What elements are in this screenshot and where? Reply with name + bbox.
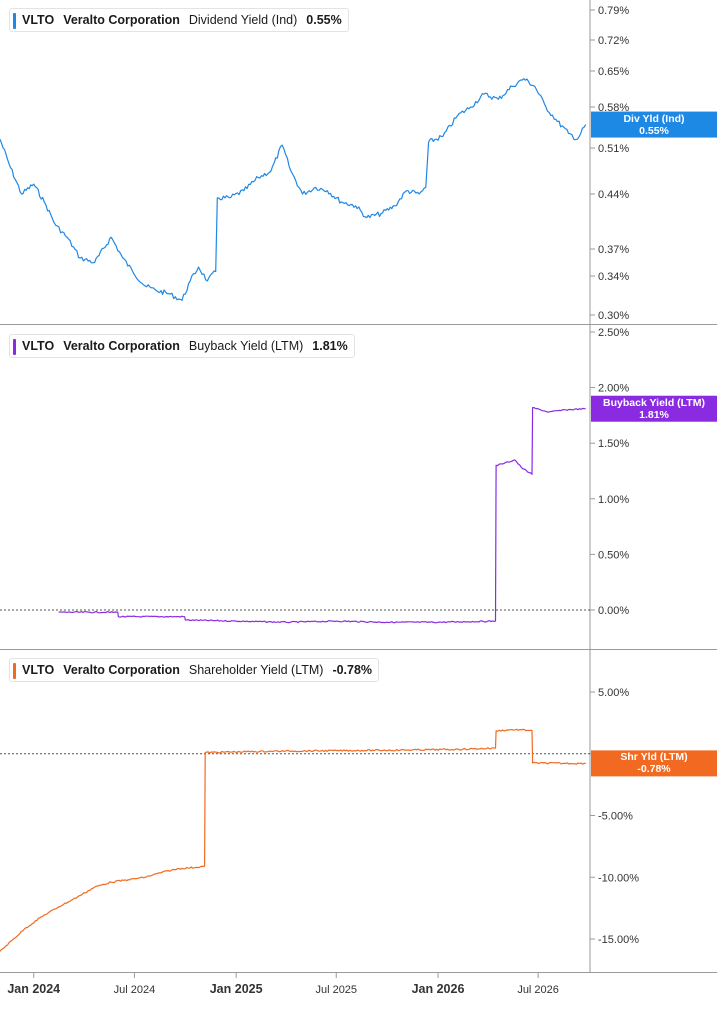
flag-label: Div Yld (Ind) [623, 112, 685, 125]
x-tick-label: Jul 2025 [315, 984, 357, 996]
y-tick-label: 0.72% [598, 35, 629, 47]
chart-stage: 0.79% 0.72% 0.65% 0.58% 0.51% 0.44% 0.37% 0.34%… [0, 0, 717, 1005]
y-tick-label: 0.00% [598, 605, 629, 617]
legend-color-bar [13, 13, 16, 29]
y-tick-label: 0.34% [598, 271, 629, 283]
y-tick-label: 0.65% [598, 66, 629, 78]
legend-dividend-yield[interactable]: VLTO Veralto Corporation Dividend Yield … [9, 8, 349, 32]
y-tick-label: 0.44% [598, 189, 629, 201]
legend-ticker: VLTO [22, 13, 55, 27]
last-value-flag-shareholder: Shr Yld (LTM) -0.78% [591, 750, 717, 776]
legend-company: Veralto Corporation [63, 13, 180, 27]
x-tick-label: Jan 2025 [210, 982, 263, 996]
y-tick-label: 2.00% [598, 383, 629, 395]
legend-value: 1.81% [312, 339, 348, 353]
y-tick-label: 1.00% [598, 494, 629, 506]
legend-shareholder-yield[interactable]: VLTO Veralto Corporation Shareholder Yie… [9, 658, 380, 682]
last-value-flag-dividend: Div Yld (Ind) 0.55% [591, 112, 717, 138]
flag-value: -0.78% [637, 763, 671, 776]
chart-svg: 0.79%0.72%0.65%0.58%0.51%0.44%0.37%0.34%… [0, 0, 717, 996]
last-value-flag-buyback: Buyback Yield (LTM) 1.81% [591, 396, 717, 422]
y-tick-label: -5.00% [598, 811, 633, 823]
x-tick-label: Jan 2024 [7, 982, 60, 996]
series-line [58, 407, 586, 624]
legend-value: 0.55% [306, 13, 342, 27]
flag-value: 0.55% [639, 124, 669, 137]
y-tick-label: 1.50% [598, 438, 629, 450]
legend-color-bar [13, 339, 16, 355]
series-line [0, 78, 587, 301]
series-line [0, 728, 586, 952]
y-tick-label: 2.50% [598, 327, 629, 339]
legend-value: -0.78% [332, 663, 373, 677]
legend-buyback-yield[interactable]: VLTO Veralto Corporation Buyback Yield (… [9, 334, 355, 358]
flag-value: 1.81% [639, 408, 669, 421]
x-tick-label: Jan 2026 [412, 982, 465, 996]
legend-ticker: VLTO [22, 339, 55, 353]
legend-metric: Dividend Yield (Ind) [188, 13, 298, 27]
legend-ticker: VLTO [22, 663, 55, 677]
legend-color-bar [13, 663, 16, 679]
legend-metric: Shareholder Yield (LTM) [188, 663, 324, 677]
flag-label: Buyback Yield (LTM) [603, 396, 705, 409]
y-tick-label: 0.51% [598, 143, 629, 155]
x-tick-label: Jul 2026 [517, 984, 559, 996]
legend-metric: Buyback Yield (LTM) [188, 339, 304, 353]
y-tick-label: 5.00% [598, 687, 629, 699]
y-tick-label: 0.37% [598, 244, 629, 256]
y-tick-label: 0.50% [598, 549, 629, 561]
legend-company: Veralto Corporation [63, 663, 180, 677]
flag-label: Shr Yld (LTM) [620, 751, 688, 764]
y-tick-label: 0.79% [598, 5, 629, 17]
x-tick-label: Jul 2024 [114, 984, 156, 996]
y-tick-label: -15.00% [598, 934, 639, 946]
y-tick-label: -10.00% [598, 872, 639, 884]
y-tick-label: 0.30% [598, 310, 629, 322]
legend-company: Veralto Corporation [63, 339, 180, 353]
